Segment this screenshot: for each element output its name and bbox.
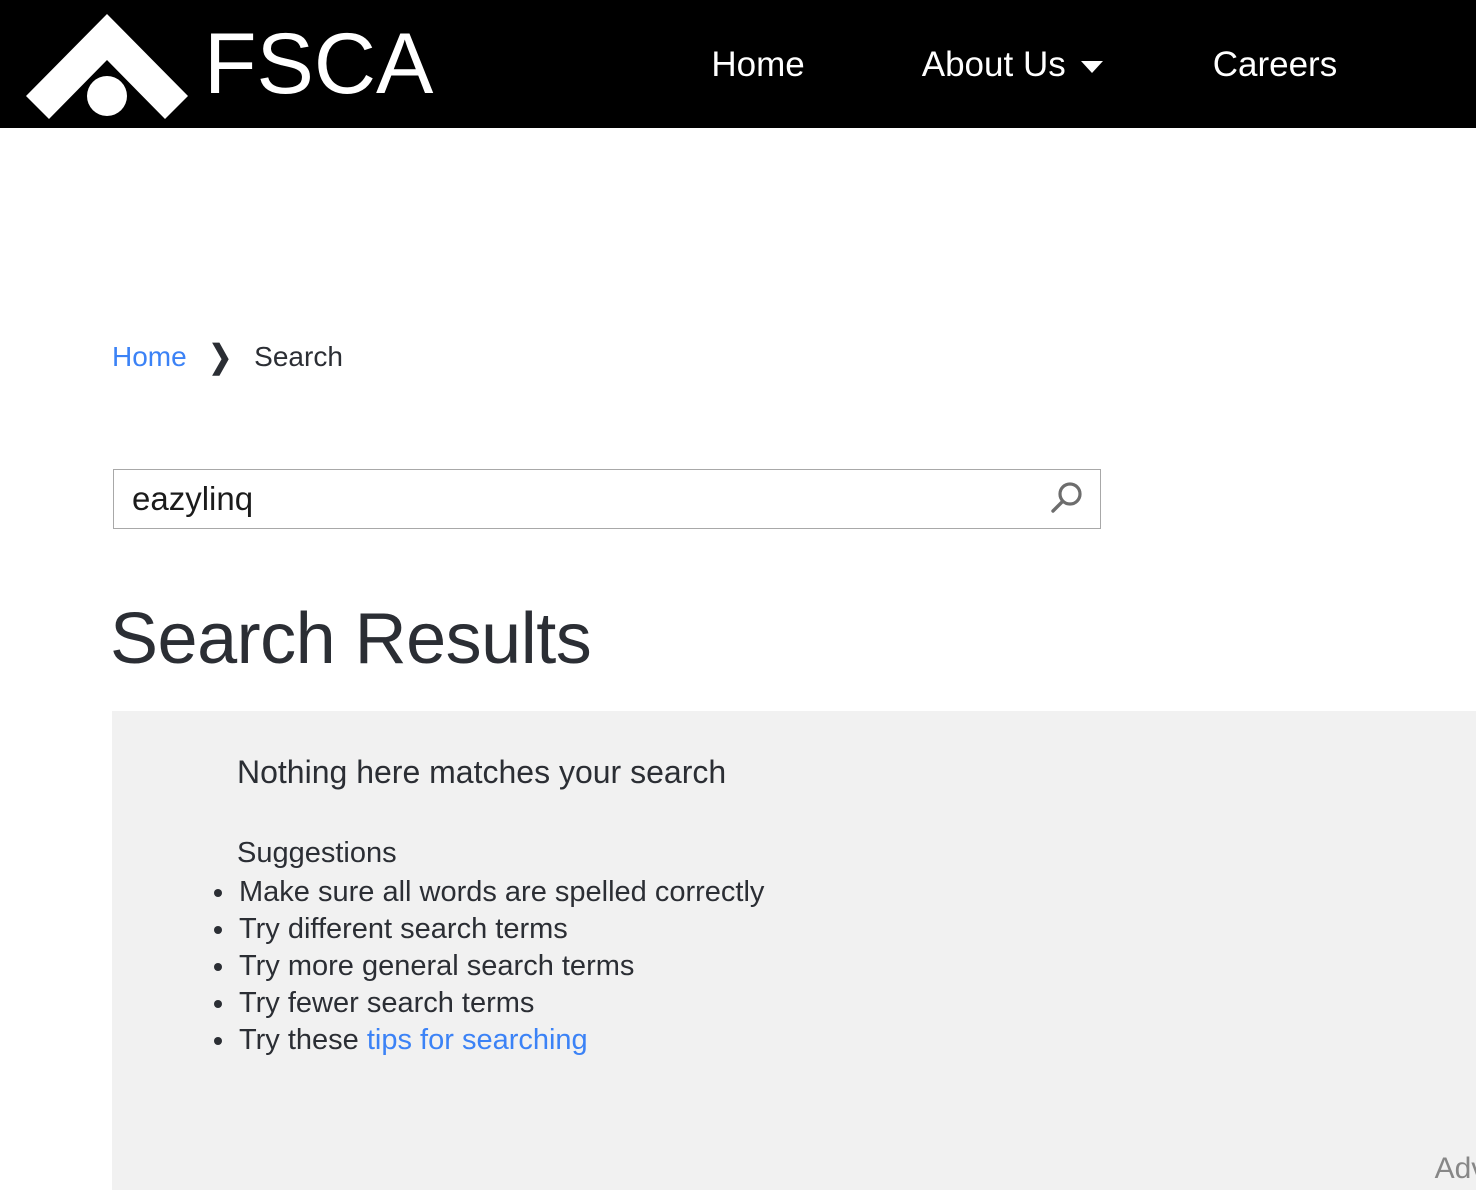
suggestion-text: Try different search terms <box>239 913 568 945</box>
search-submit-button[interactable] <box>1040 470 1100 528</box>
nav-item-careers[interactable]: Careers <box>1213 47 1337 82</box>
suggestion-text: Try these <box>239 1024 367 1056</box>
suggestions-list: Make sure all words are spelled correctl… <box>213 874 764 1059</box>
search-icon <box>1051 482 1082 513</box>
suggestion-text: Try more general search terms <box>239 950 635 982</box>
nav-item-about-us-label: About Us <box>921 44 1066 84</box>
breadcrumb-item-search: Search <box>254 341 343 372</box>
nav-item-about-us[interactable]: About Us <box>922 47 1103 82</box>
site-header: FSCA Home About Us Careers <box>0 0 1476 128</box>
brand-logo-link[interactable]: FSCA <box>0 0 433 128</box>
breadcrumb-item-home[interactable]: Home <box>112 343 187 371</box>
search-results-panel: Nothing here matches your search Suggest… <box>112 711 1476 1190</box>
fsca-chevron-logo-icon <box>26 14 188 119</box>
tips-for-searching-link[interactable]: tips for searching <box>367 1024 588 1056</box>
suggestion-text: Try fewer search terms <box>239 987 535 1019</box>
list-item: Try different search terms <box>237 911 764 948</box>
nav-item-careers-label: Careers <box>1212 44 1338 84</box>
advanced-search-label[interactable]: Advanced <box>1435 1154 1476 1184</box>
main-navigation: Home About Us Careers <box>711 47 1337 82</box>
list-item: Try fewer search terms <box>237 985 764 1022</box>
nav-item-home[interactable]: Home <box>711 47 804 82</box>
page-title: Search Results <box>110 599 592 679</box>
suggestions-heading: Suggestions <box>237 837 397 869</box>
nav-item-home-label: Home <box>711 44 805 84</box>
breadcrumb: Home ❯ Search <box>112 338 343 375</box>
search-input[interactable] <box>114 470 1040 528</box>
breadcrumb-separator-icon: ❯ <box>208 338 233 375</box>
search-bar <box>113 469 1101 529</box>
brand-name: FSCA <box>204 16 434 112</box>
no-results-message: Nothing here matches your search <box>237 754 727 790</box>
chevron-down-icon <box>1080 61 1103 73</box>
list-item: Try more general search terms <box>237 948 764 985</box>
list-item: Make sure all words are spelled correctl… <box>237 874 764 911</box>
list-item: Try these tips for searching <box>237 1022 764 1059</box>
suggestion-text: Make sure all words are spelled correctl… <box>239 876 765 908</box>
